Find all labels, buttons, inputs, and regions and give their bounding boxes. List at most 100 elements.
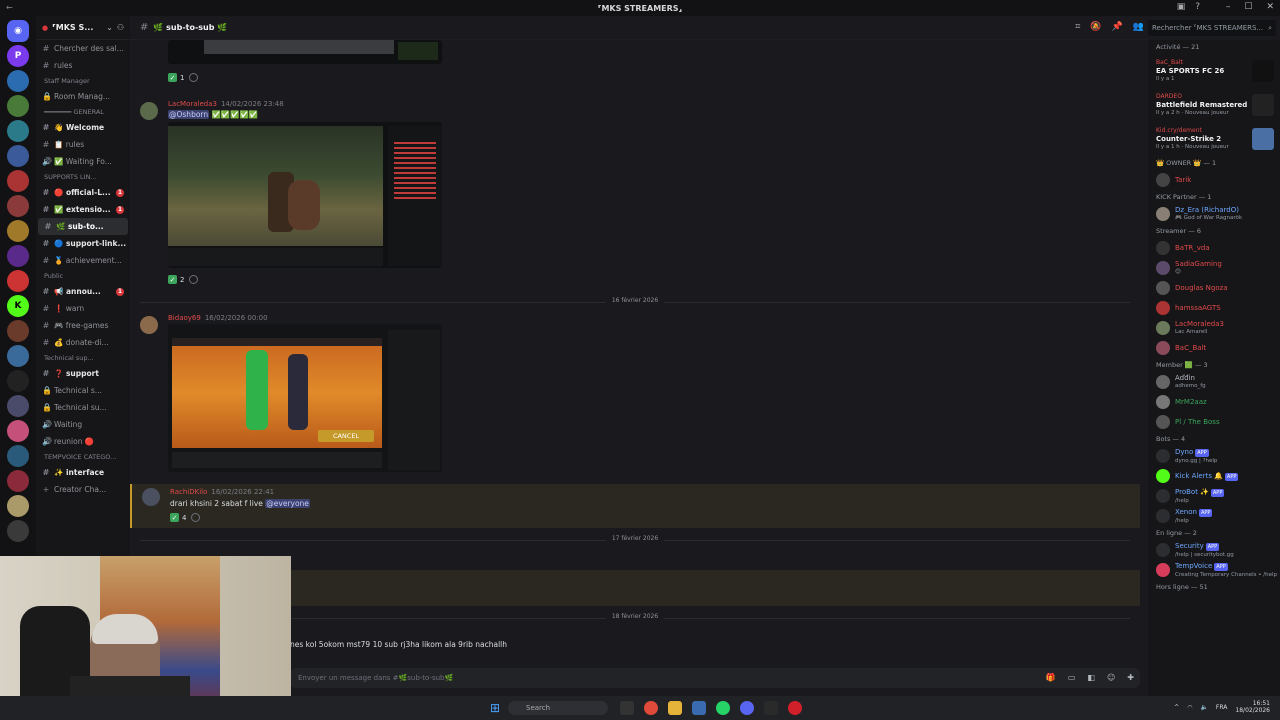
member-list-icon[interactable]: 👥 xyxy=(1133,22,1144,32)
channel-item[interactable]: # 📋 rules xyxy=(36,136,130,153)
add-reaction-icon[interactable] xyxy=(189,275,199,284)
member-item[interactable]: Douglas Ngoza xyxy=(1148,278,1280,298)
volume-icon[interactable]: 🔈 xyxy=(1200,704,1207,711)
member-item[interactable]: MrM2aaz xyxy=(1148,392,1280,412)
chevron-up-icon[interactable]: ^ xyxy=(1174,704,1179,711)
add-reaction-icon[interactable] xyxy=(191,513,201,522)
server-icon[interactable] xyxy=(7,120,29,142)
activity-card[interactable]: BaC_Balt EA SPORTS FC 26 Il y a 1 xyxy=(1148,54,1280,88)
member-item[interactable]: SadiaGaming 😊 xyxy=(1148,258,1280,278)
server-icon[interactable] xyxy=(7,245,29,267)
taskbar-search[interactable]: Search xyxy=(508,701,608,715)
message-author[interactable]: RachiDKilo 16/02/2026 22:41 xyxy=(170,488,274,496)
server-icon[interactable] xyxy=(7,495,29,517)
channel-item[interactable]: # ❓ support xyxy=(36,365,130,382)
member-item[interactable]: Kick Alerts 🔔 APP xyxy=(1148,466,1280,486)
channel-item[interactable]: + Creator Cha... xyxy=(36,481,130,498)
server-icon[interactable] xyxy=(7,395,29,417)
channel-item[interactable]: 🔊 Waiting xyxy=(36,416,130,433)
maximize-button[interactable]: ☐ xyxy=(1244,2,1252,12)
clock[interactable]: 16:51 18/02/2026 xyxy=(1235,700,1270,714)
language-indicator[interactable]: FRA xyxy=(1216,704,1227,711)
sticker-icon[interactable]: ◧ xyxy=(1087,673,1095,682)
help-icon[interactable]: ? xyxy=(1195,2,1200,12)
message-author[interactable]: Bidaoy69 16/02/2026 00:00 xyxy=(168,314,268,322)
channel-item[interactable]: # rules xyxy=(36,57,130,74)
server-icon[interactable] xyxy=(7,445,29,467)
channel-item[interactable]: # 💰 donate-di... xyxy=(36,334,130,351)
channel-item[interactable]: # 📢 annou... 1 xyxy=(36,283,130,300)
discord-taskbar-icon[interactable] xyxy=(740,701,754,715)
server-icon[interactable] xyxy=(7,520,29,542)
server-icon[interactable]: P xyxy=(7,45,29,67)
obs-icon[interactable] xyxy=(764,701,778,715)
server-icon[interactable] xyxy=(7,320,29,342)
author-name[interactable]: LacMoraleda3 xyxy=(168,100,217,108)
member-item[interactable]: Xenon APP/help xyxy=(1148,506,1280,526)
reaction-check[interactable]: ✓ 2 xyxy=(168,274,184,285)
wifi-icon[interactable]: ◠ xyxy=(1187,704,1192,711)
server-icon[interactable] xyxy=(7,270,29,292)
channel-item[interactable]: # ❗ warn xyxy=(36,300,130,317)
channel-category[interactable]: Public xyxy=(36,269,130,283)
server-icon[interactable] xyxy=(7,345,29,367)
member-item[interactable]: LacMoraleda3 Lac Amarell xyxy=(1148,318,1280,338)
avatar[interactable] xyxy=(142,488,160,506)
channel-category[interactable]: ━━━━━━━ GENERAL xyxy=(36,105,130,119)
channel-item[interactable]: # 🌿 sub-to... xyxy=(38,218,128,235)
server-icon[interactable] xyxy=(7,70,29,92)
channel-item[interactable]: # 🎮 free-games xyxy=(36,317,130,334)
channel-item[interactable]: 🔊 reunion 🔴 xyxy=(36,433,130,450)
server-icon[interactable] xyxy=(7,195,29,217)
channel-item[interactable]: # ✅ extensio... 1 xyxy=(36,201,130,218)
opera-icon[interactable] xyxy=(788,701,802,715)
channel-item[interactable]: 🔒 Technical su... xyxy=(36,399,130,416)
member-item[interactable]: BaTR_vda xyxy=(1148,238,1280,258)
server-header[interactable]: ● ⸢MKS S... ⌄ ⚇ xyxy=(36,16,130,40)
channel-item[interactable]: # 🔵 support-link... xyxy=(36,235,130,252)
back-icon[interactable]: ← xyxy=(6,3,13,12)
everyone-mention[interactable]: @everyone xyxy=(265,499,310,508)
inbox-icon[interactable]: ▣ xyxy=(1177,2,1186,12)
add-member-icon[interactable]: ⚇ xyxy=(117,23,124,32)
channel-item[interactable]: 🔒 Room Manag... xyxy=(36,88,130,105)
avatar[interactable] xyxy=(140,316,158,334)
channel-item[interactable]: 🔒 Technical s... xyxy=(36,382,130,399)
folder-icon[interactable] xyxy=(668,701,682,715)
server-icon[interactable] xyxy=(7,420,29,442)
member-item[interactable]: Tarik xyxy=(1148,170,1280,190)
add-reaction-icon[interactable] xyxy=(189,73,199,82)
message-image-embed[interactable] xyxy=(168,122,442,268)
emoji-icon[interactable]: ☺ xyxy=(1107,673,1115,682)
member-item[interactable]: Security APP/help | securitybot.gg xyxy=(1148,540,1280,560)
member-item[interactable]: Dyno APP dyno.gg | ?help xyxy=(1148,446,1280,466)
activity-card[interactable]: DARDEO Battlefield Remastered Il y a 2 h ·… xyxy=(1148,88,1280,122)
windows-start-icon[interactable]: ⊞ xyxy=(490,701,500,715)
kick-server-icon[interactable]: K xyxy=(7,295,29,317)
member-item[interactable]: BaC_Balt xyxy=(1148,338,1280,358)
server-icon[interactable] xyxy=(7,145,29,167)
whatsapp-icon[interactable] xyxy=(716,701,730,715)
member-item[interactable]: Aďđin adhemo_fg xyxy=(1148,372,1280,392)
channel-item[interactable]: # 🔴 official-L... 1 xyxy=(36,184,130,201)
member-item[interactable]: hamssaAGTS xyxy=(1148,298,1280,318)
reaction-check[interactable]: ✓ 4 xyxy=(170,512,186,523)
apps-icon[interactable]: ✚ xyxy=(1127,673,1134,682)
channel-item[interactable]: # 👋 Welcome xyxy=(36,119,130,136)
channel-category[interactable]: TEMPVOICE CATEGO... xyxy=(36,450,130,464)
server-icon[interactable] xyxy=(7,95,29,117)
server-icon[interactable] xyxy=(7,470,29,492)
close-button[interactable]: ✕ xyxy=(1266,2,1274,12)
member-item[interactable]: ProBot ✨ APP/help xyxy=(1148,486,1280,506)
channel-item[interactable]: # Chercher des sal... xyxy=(36,40,130,57)
channel-item[interactable]: # ✨ interface xyxy=(36,464,130,481)
message-author[interactable]: LacMoraleda3 14/02/2026 23:48 xyxy=(168,100,284,108)
notification-bell-icon[interactable]: 🔕 xyxy=(1090,22,1101,32)
user-mention[interactable]: @Oshborn xyxy=(168,110,210,119)
member-item[interactable]: TempVoice APP Creating Temporary Channels … xyxy=(1148,560,1280,580)
message-input[interactable]: Envoyer un message dans #🌿sub-to-sub🌿 🎁 … xyxy=(290,668,1140,688)
chrome-icon[interactable] xyxy=(644,701,658,715)
gift-icon[interactable]: 🎁 xyxy=(1046,673,1056,682)
member-item[interactable]: Dz_Era (RichardO) 🎮 God of War Ragnarök xyxy=(1148,204,1280,224)
reaction-check[interactable]: ✓ 1 xyxy=(168,72,184,83)
